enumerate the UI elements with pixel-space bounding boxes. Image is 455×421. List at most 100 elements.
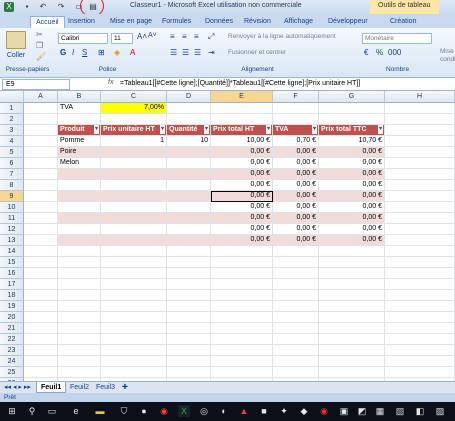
filter-dropdown-icon[interactable]: ▾ (377, 125, 383, 134)
thousands-icon[interactable]: 000 (388, 48, 401, 57)
filter-dropdown-icon[interactable]: ▾ (265, 125, 271, 134)
cell-g15[interactable] (319, 257, 385, 268)
cell-e17[interactable] (211, 279, 273, 290)
app-icon-13[interactable]: ▧ (394, 405, 406, 417)
cell-a7[interactable] (24, 169, 58, 180)
cell-d9[interactable] (167, 191, 211, 202)
tab-donnees[interactable]: Données (205, 16, 233, 28)
cell-d12[interactable] (167, 224, 211, 235)
cell-b25[interactable] (58, 367, 101, 378)
grow-font-icon[interactable]: A˄ (137, 32, 147, 41)
row-header-21[interactable]: 21 (0, 323, 24, 334)
cell-f24[interactable] (273, 356, 319, 367)
cell-g25[interactable] (319, 367, 385, 378)
name-box[interactable]: E9 (2, 79, 70, 90)
store-icon[interactable]: ⛉ (118, 405, 130, 417)
sheet-nav-icons[interactable]: ◂◂ ◂ ▸ ▸▸ (4, 383, 31, 391)
cell-g18[interactable] (319, 290, 385, 301)
cell-c14[interactable] (101, 246, 167, 257)
merge-center-button[interactable]: Fusionner et centrer (228, 49, 338, 56)
app-icon-2[interactable]: ◉ (158, 405, 170, 417)
cell-h14[interactable] (385, 246, 455, 257)
cell-c4[interactable]: 1 (101, 136, 167, 147)
row-header-6[interactable]: 6 (0, 158, 24, 169)
filter-dropdown-icon[interactable]: ▾ (203, 125, 209, 134)
cell-a19[interactable] (24, 301, 58, 312)
cell-e2[interactable] (211, 114, 273, 125)
cell-f19[interactable] (273, 301, 319, 312)
cell-h8[interactable] (385, 180, 455, 191)
filter-dropdown-icon[interactable]: ▾ (159, 125, 165, 134)
cell-e7[interactable]: 0,00 € (211, 169, 273, 180)
cell-e9[interactable]: 0,00 € (211, 191, 273, 202)
cell-b21[interactable] (58, 323, 101, 334)
column-header-h[interactable]: H (385, 91, 455, 103)
cell-f5[interactable]: 0,00 € (273, 147, 319, 158)
app-icon-3[interactable]: ◎ (198, 405, 210, 417)
cell-g3[interactable]: Prix total TTC ▾ (319, 125, 385, 136)
cell-h1[interactable] (385, 103, 455, 114)
cell-h5[interactable] (385, 147, 455, 158)
cell-h6[interactable] (385, 158, 455, 169)
cell-b7[interactable] (58, 169, 101, 180)
cell-f21[interactable] (273, 323, 319, 334)
cell-d18[interactable] (167, 290, 211, 301)
cell-f22[interactable] (273, 334, 319, 345)
cell-e8[interactable]: 0,00 € (211, 180, 273, 191)
search-icon[interactable]: ⚲ (26, 405, 38, 417)
cell-e19[interactable] (211, 301, 273, 312)
tab-insertion[interactable]: Insertion (68, 16, 95, 28)
cell-e13[interactable]: 0,00 € (211, 235, 273, 246)
row-header-15[interactable]: 15 (0, 257, 24, 268)
copy-icon[interactable]: ❐ (36, 41, 43, 50)
paste-icon[interactable] (6, 31, 26, 49)
tab-revision[interactable]: Révision (244, 16, 271, 28)
column-header-b[interactable]: B (58, 91, 101, 103)
cell-e18[interactable] (211, 290, 273, 301)
row-header-5[interactable]: 5 (0, 147, 24, 158)
cell-b8[interactable] (58, 180, 101, 191)
cell-h9[interactable] (385, 191, 455, 202)
row-header-2[interactable]: 2 (0, 114, 24, 125)
row-header-4[interactable]: 4 (0, 136, 24, 147)
cell-h16[interactable] (385, 268, 455, 279)
cell-g6[interactable]: 0,00 € (319, 158, 385, 169)
cell-c22[interactable] (101, 334, 167, 345)
cell-f14[interactable] (273, 246, 319, 257)
app-icon-9[interactable]: ◉ (318, 405, 330, 417)
app-icon-14[interactable]: ◧ (414, 405, 426, 417)
cell-a20[interactable] (24, 312, 58, 323)
cell-c21[interactable] (101, 323, 167, 334)
cell-a17[interactable] (24, 279, 58, 290)
cell-b4[interactable]: Pomme (58, 136, 101, 147)
tab-developpeur[interactable]: Développeur (328, 16, 368, 28)
sheet-tab-feuil2[interactable]: Feuil2 (66, 382, 93, 393)
cut-icon[interactable]: ✂ (36, 30, 43, 39)
number-format-select[interactable]: Monétaire (362, 33, 432, 44)
cell-d19[interactable] (167, 301, 211, 312)
app-icon-11[interactable]: ◩ (356, 405, 368, 417)
cell-h25[interactable] (385, 367, 455, 378)
cell-b18[interactable] (58, 290, 101, 301)
cell-e21[interactable] (211, 323, 273, 334)
undo-icon[interactable]: ↶ (38, 2, 48, 12)
cell-f13[interactable]: 0,00 € (273, 235, 319, 246)
cell-f8[interactable]: 0,00 € (273, 180, 319, 191)
cell-g10[interactable]: 0,00 € (319, 202, 385, 213)
cell-h24[interactable] (385, 356, 455, 367)
cell-b2[interactable] (58, 114, 101, 125)
cell-f7[interactable]: 0,00 € (273, 169, 319, 180)
cell-e12[interactable]: 0,00 € (211, 224, 273, 235)
cell-e11[interactable]: 0,00 € (211, 213, 273, 224)
cell-b22[interactable] (58, 334, 101, 345)
cell-c17[interactable] (101, 279, 167, 290)
cell-b14[interactable] (58, 246, 101, 257)
row-header-22[interactable]: 22 (0, 334, 24, 345)
cell-a4[interactable] (24, 136, 58, 147)
cell-c11[interactable] (101, 213, 167, 224)
cell-a11[interactable] (24, 213, 58, 224)
column-header-g[interactable]: G (319, 91, 385, 103)
paste-button[interactable]: Coller (0, 51, 32, 61)
cell-g4[interactable]: 10,70 € (319, 136, 385, 147)
app-icon-10[interactable]: ▣ (338, 405, 350, 417)
